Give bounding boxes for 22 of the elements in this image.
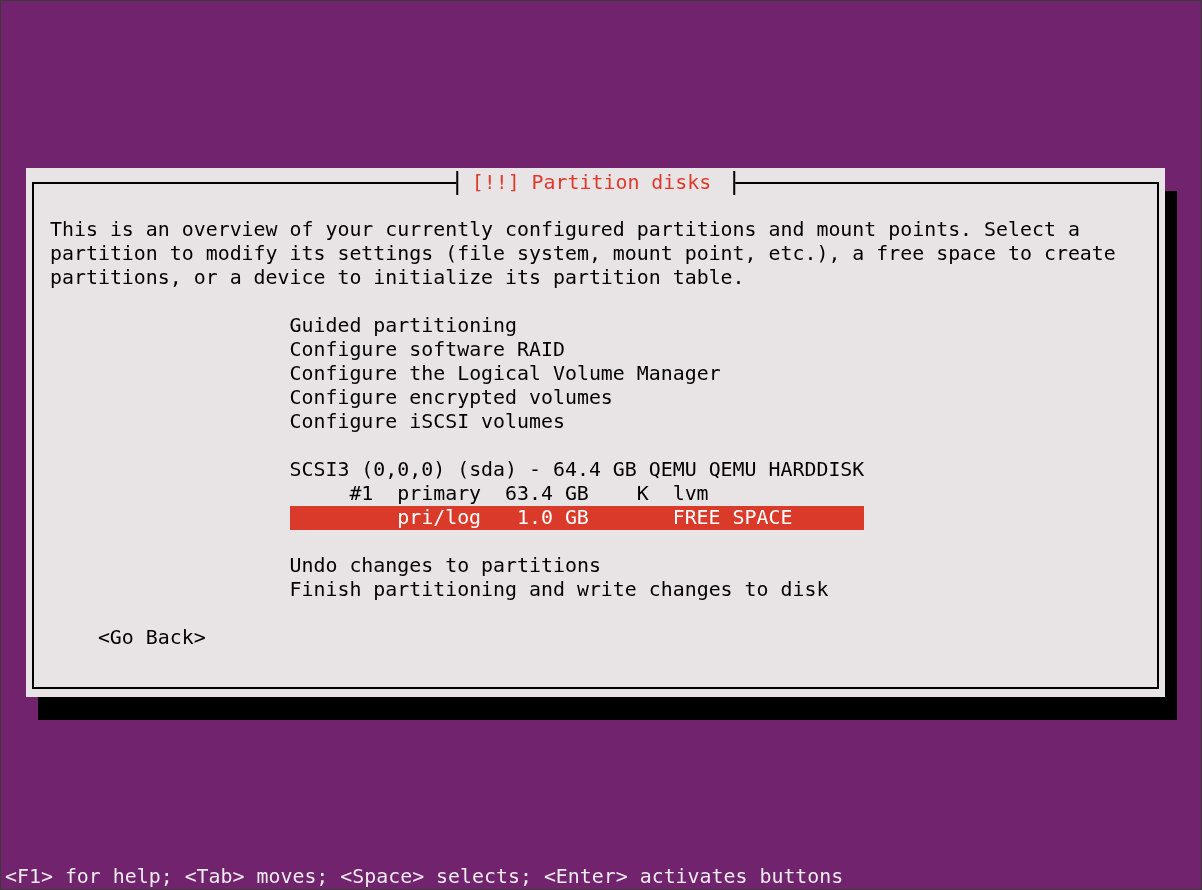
partition-row[interactable]: #1 primary 63.4 GB K lvm <box>289 482 865 506</box>
partition-file-system: FREE SPACE <box>672 506 793 530</box>
partition-type: primary <box>397 482 482 506</box>
help-text: <F1> for help; <Tab> moves; <Space> selects; <Enter> activates buttons <box>5 865 844 889</box>
menu-item[interactable]: Undo changes to partitions <box>289 554 601 578</box>
menu-item[interactable]: Configure the Logical Volume Manager <box>289 362 721 386</box>
partition-flags: K <box>636 482 649 506</box>
partition-number: #1 <box>349 482 374 506</box>
menu-item[interactable]: Configure software RAID <box>289 338 565 362</box>
description-text: This is an overview of your currently configured partitions and mount points. Select a partition to modify its settings (file system, mount point, etc.), a free space to create partitions, or a device to initialize its partition table. <box>50 218 1117 290</box>
menu-item[interactable]: Configure iSCSI volumes <box>289 410 565 434</box>
partition-type: pri/log <box>397 506 482 530</box>
partition-size: 1.0 GB <box>517 506 589 530</box>
menu-item[interactable]: Configure encrypted volumes <box>289 386 613 410</box>
menu-item[interactable]: Guided partitioning <box>289 314 518 338</box>
disk-item[interactable]: SCSI3 (0,0,0) (sda) - 64.4 GB QEMU QEMU HARDDISK <box>289 458 865 482</box>
partition-row[interactable]: pri/log 1.0 GB FREE SPACE <box>289 506 865 530</box>
dialog-title: [!!] Partition disks <box>455 171 736 195</box>
partition-file-system: lvm <box>672 482 709 506</box>
go-back-button[interactable]: <Go Back> <box>97 626 206 650</box>
menu-item[interactable]: Finish partitioning and write changes to disk <box>289 578 829 602</box>
partition-size: 63.4 GB <box>505 482 589 506</box>
